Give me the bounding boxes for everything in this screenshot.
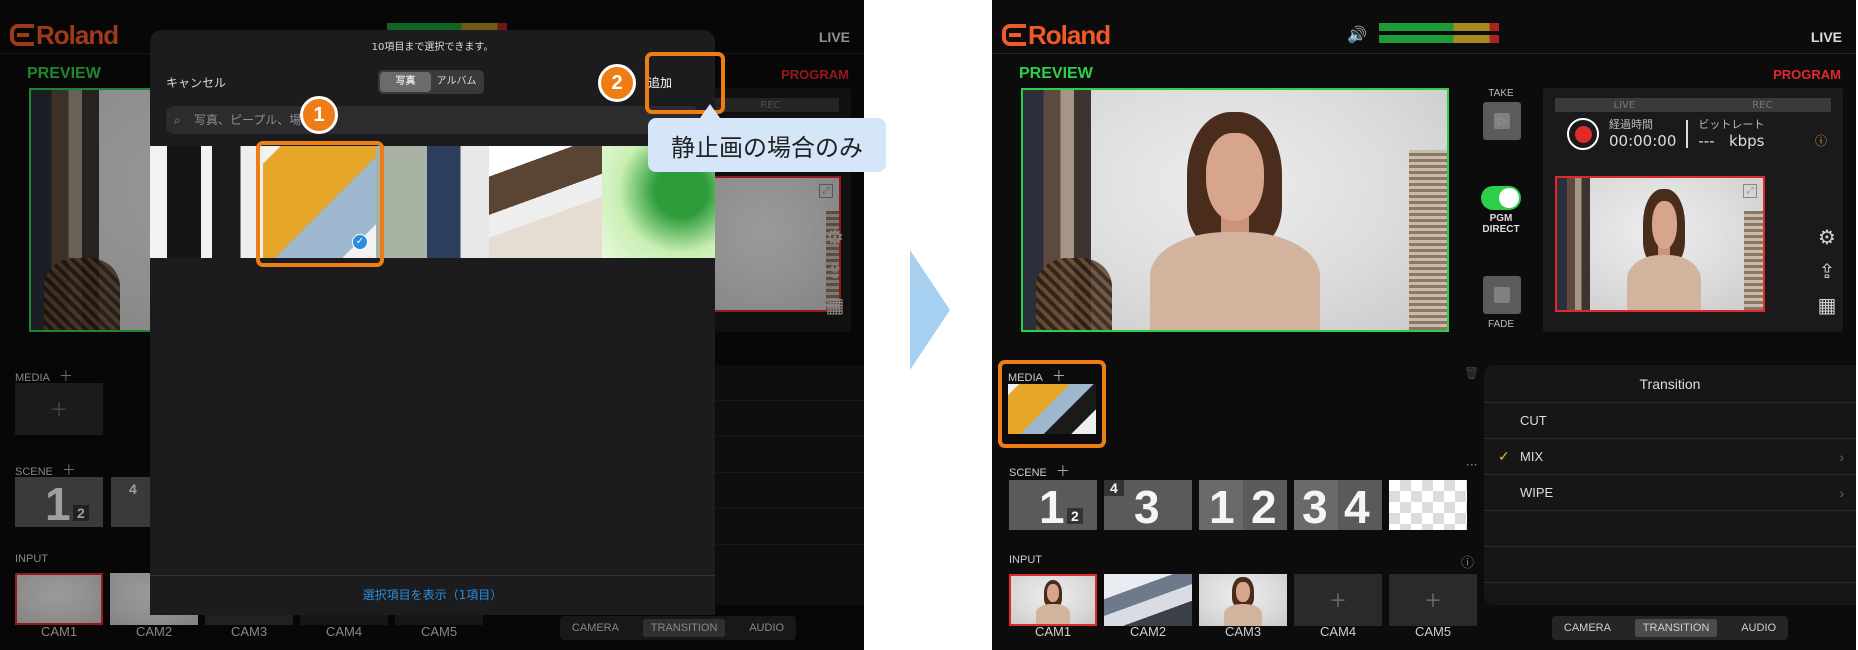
program-monitor[interactable]: ⤢	[1555, 176, 1765, 312]
chevron-right-icon[interactable]: ›	[1839, 485, 1844, 501]
next-arrow-icon	[910, 250, 950, 370]
callout-still-image-only: 静止画の場合のみ	[648, 104, 886, 172]
chevron-right-icon[interactable]: ›	[1839, 449, 1844, 465]
input-info-icon[interactable]: ⓘ	[1461, 552, 1474, 571]
fade-button[interactable]	[1483, 276, 1521, 314]
cam2-label: CAM2	[1129, 624, 1167, 639]
tab-photos[interactable]: 写真	[380, 72, 431, 92]
photo-thumb-4[interactable]	[489, 146, 602, 258]
check-icon: ✓	[1498, 448, 1510, 464]
preview-monitor[interactable]	[1021, 88, 1449, 332]
tab-albums[interactable]: アルバム	[431, 72, 482, 92]
grid-icon[interactable]: ▦	[1812, 288, 1842, 322]
photo-grid: ✓	[150, 146, 715, 258]
show-selected-link[interactable]: 選択項目を表示（1項目）	[150, 575, 715, 615]
tab-transition[interactable]: TRANSITION	[1634, 619, 1718, 637]
audio-meter	[1379, 23, 1499, 47]
cam1-label: CAM1	[1034, 624, 1072, 639]
preview-label: PREVIEW	[1019, 65, 1093, 82]
record-button[interactable]	[1567, 118, 1599, 150]
input-tile-cam4[interactable]: ＋	[1294, 574, 1382, 626]
bitrate-label: ビットレート	[1698, 118, 1765, 131]
cam3-label: CAM3	[1224, 624, 1262, 639]
transition-item-mix[interactable]: ✓ MIX ›	[1484, 439, 1856, 475]
bitrate-unit: kbps	[1728, 132, 1765, 150]
highlight-photo	[256, 141, 384, 267]
stream-status-bar: LIVEREC	[1555, 98, 1831, 112]
scene-tile-3[interactable]: 1 2	[1199, 480, 1287, 530]
live-indicator: LIVE	[1810, 29, 1842, 45]
take-label: TAKE	[1488, 88, 1514, 99]
scene-add-icon[interactable]: ＋	[1056, 463, 1070, 479]
fade-label: FADE	[1487, 319, 1515, 330]
left-screen: Roland LIVE PREVIEW PROGRAM LIVEREC ⤢ ⚙ …	[0, 0, 864, 650]
info-icon[interactable]: ⓘ	[1815, 132, 1827, 149]
pgm-direct-label: PGM DIRECT	[1482, 213, 1520, 235]
input-tile-cam2[interactable]	[1104, 574, 1192, 626]
side-toolbar: ⚙ ⇪ ▦	[1812, 220, 1842, 322]
cancel-button[interactable]: キャンセル	[166, 74, 226, 91]
fullscreen-icon[interactable]: ⤢	[1743, 184, 1757, 198]
photo-picker-sheet: 10項目まで選択できます。 キャンセル 写真 アルバム 追加 ⌕ 写真、ピープル、…	[150, 30, 715, 615]
tab-audio[interactable]: AUDIO	[1741, 622, 1776, 634]
scene-tile-2[interactable]: 4 3	[1104, 480, 1192, 530]
transition-item-cut[interactable]: CUT	[1484, 403, 1856, 439]
picker-segment-control: 写真 アルバム	[378, 70, 484, 94]
transition-item-wipe[interactable]: WIPE ›	[1484, 475, 1856, 511]
speaker-icon[interactable]: 🔊	[1347, 25, 1367, 44]
search-icon: ⌕	[174, 113, 181, 127]
photo-thumb-1[interactable]	[150, 146, 263, 258]
right-screen: Roland 🔊 LIVE PREVIEW PROGRAM TAKE ▷ PGM…	[992, 0, 1856, 650]
tab-camera[interactable]: CAMERA	[1564, 622, 1611, 634]
bottom-tab-bar: CAMERA TRANSITION AUDIO	[1552, 616, 1788, 640]
elapsed-time: 00:00:00	[1609, 132, 1677, 150]
highlight-media	[998, 360, 1106, 448]
elapsed-label: 経過時間	[1609, 118, 1653, 131]
share-icon[interactable]: ⇪	[1812, 254, 1842, 288]
picker-info-text: 10項目まで選択できます。	[371, 42, 494, 53]
scene-tile-4[interactable]: 3 4	[1294, 480, 1382, 530]
input-tile-cam5[interactable]: ＋	[1389, 574, 1477, 626]
transition-panel: Transition CUT ✓ MIX › WIPE ›	[1484, 365, 1856, 605]
trash-icon[interactable]: 🗑	[1464, 366, 1479, 380]
scene-label: SCENE ＋	[1009, 463, 1070, 479]
search-input[interactable]: ⌕ 写真、ピープル、場	[166, 106, 699, 134]
cam5-label: CAM5	[1414, 624, 1452, 639]
step-1-badge: 1	[300, 96, 338, 134]
input-tile-cam3[interactable]	[1199, 574, 1287, 626]
roland-logo: Roland	[1002, 22, 1111, 48]
pgm-direct-toggle[interactable]	[1481, 186, 1521, 210]
input-tile-cam1[interactable]	[1009, 574, 1097, 626]
photo-thumb-3[interactable]	[376, 146, 489, 258]
take-button[interactable]: ▷	[1483, 102, 1521, 140]
transition-title: Transition	[1484, 365, 1856, 403]
switch-controls: TAKE ▷ PGM DIRECT FADE	[1468, 88, 1534, 338]
scene-tile-5[interactable]	[1389, 480, 1467, 530]
cam4-label: CAM4	[1319, 624, 1357, 639]
bitrate-value: ---	[1698, 132, 1715, 150]
scene-tile-1[interactable]: 1 2	[1009, 480, 1097, 530]
program-label: PROGRAM	[1773, 67, 1841, 82]
recording-info: 経過時間 00:00:00 ビットレート --- kbps ⓘ	[1555, 116, 1831, 152]
more-icon[interactable]: ···	[1466, 458, 1477, 472]
step-2-badge: 2	[598, 64, 636, 102]
input-label: INPUT	[1009, 554, 1042, 566]
program-area: LIVE REC 経過時間 00:00:00 ビットレート --- kbps ⓘ ⤢	[1543, 88, 1843, 332]
gear-icon[interactable]: ⚙	[1812, 220, 1842, 254]
